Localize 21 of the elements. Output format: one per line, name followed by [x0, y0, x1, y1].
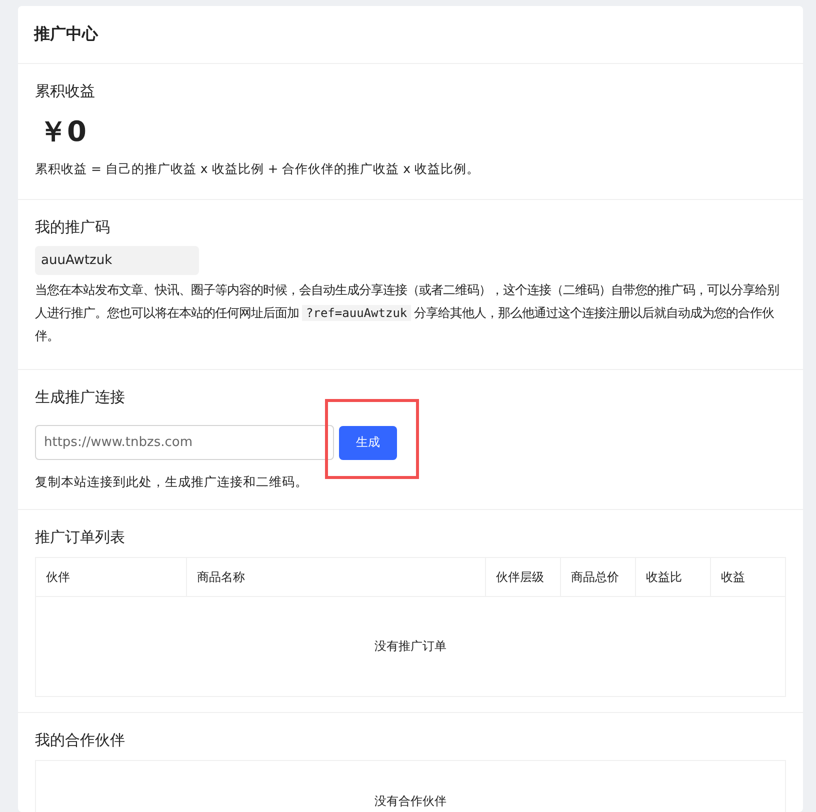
referral-description: 当您在本站发布文章、快讯、圈子等内容的时候，会自动生成分享连接（或者二维码），这个连接（二维码）自带您的推广码，可以分享给别人进行推广。您也可以将在本站的任何网址后面加 ?ref=auuAwtzuk 分享给其他人，那么他通过这个连接注册以后就自动成为您的合作伙伴。 — [35, 282, 780, 345]
section-title: 我的合作伙伴 — [35, 730, 126, 750]
section-title: 累积收益 — [35, 81, 96, 101]
section-title: 生成推广连接 — [35, 387, 126, 407]
column-header: 收益比 — [635, 558, 710, 596]
generate-button[interactable]: 生成 — [339, 426, 397, 460]
card-title: 推广中心 — [34, 24, 98, 45]
earnings-formula: 累积收益 = 自己的推广收益 x 收益比例 + 合作伙伴的推广收益 x 收益比例。 — [35, 160, 481, 178]
earnings-amount: ￥0 — [39, 114, 88, 150]
url-input-field[interactable]: https://www.tnbzs.com — [35, 425, 334, 460]
section-title: 我的推广码 — [35, 217, 111, 237]
section-title: 推广订单列表 — [35, 527, 126, 547]
empty-message: 没有推广订单 — [374, 638, 446, 655]
referral-code-field[interactable]: auuAwtzuk — [35, 246, 199, 275]
column-header: 伙伴层级 — [485, 558, 560, 596]
column-header: 商品名称 — [186, 558, 485, 596]
generate-hint: 复制本站连接到此处，生成推广连接和二维码。 — [35, 473, 309, 491]
empty-message: 没有合作伙伴 — [374, 793, 446, 810]
column-header: 收益 — [710, 558, 785, 596]
column-header: 伙伴 — [45, 568, 71, 586]
column-header: 商品总价 — [560, 558, 635, 596]
